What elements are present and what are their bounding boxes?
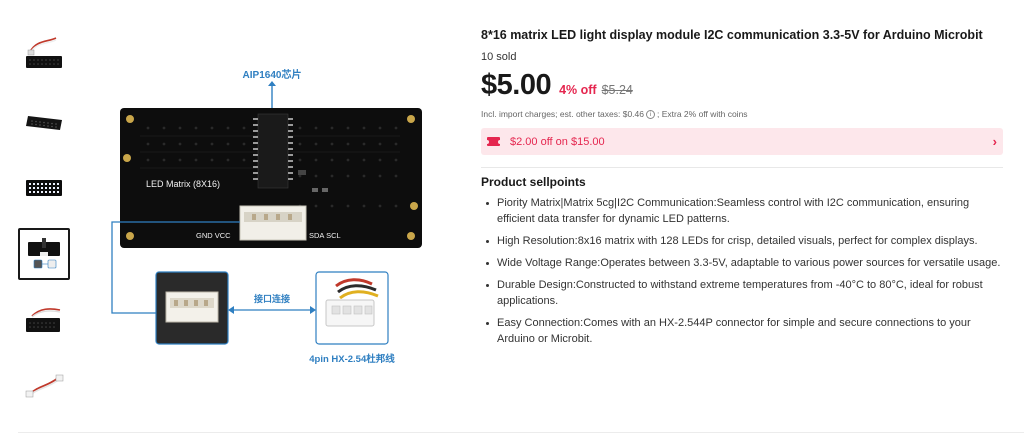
info-icon[interactable]: i bbox=[646, 109, 655, 119]
divider bbox=[481, 167, 1003, 168]
current-price: $5.00 bbox=[481, 69, 552, 101]
coupon-text: $2.00 off on $15.00 bbox=[510, 135, 605, 148]
module-side-view-thumbnail bbox=[26, 116, 62, 130]
thumbnail-5[interactable] bbox=[18, 294, 70, 346]
module-with-cable-thumbnail bbox=[26, 308, 61, 332]
list-item: High Resolution:8x16 matrix with 128 LED… bbox=[481, 233, 1003, 249]
tax-info: Incl. import charges; est. other taxes: … bbox=[481, 109, 1003, 119]
cable-thumbnail bbox=[25, 374, 64, 398]
sold-count: 10 sold bbox=[481, 51, 517, 63]
price-row: $5.00 4% off $5.24 bbox=[481, 69, 1003, 103]
led-lit-module-thumbnail bbox=[26, 180, 62, 196]
chip-label: AIP1640芯片 bbox=[243, 68, 302, 81]
thumbnail-1[interactable] bbox=[18, 28, 70, 80]
module-with-cable-thumbnail bbox=[26, 37, 62, 68]
board-connector bbox=[239, 205, 307, 241]
discount-badge: 4% off bbox=[559, 83, 597, 97]
connector-label: 4pin HX-2.54杜邦线 bbox=[309, 353, 395, 365]
list-item: Easy Connection:Comes with an HX-2.544P … bbox=[481, 315, 1003, 347]
sellpoints-heading: Product sellpoints bbox=[481, 175, 586, 189]
thumbnail-4[interactable] bbox=[18, 228, 70, 280]
connect-label: 接口连接 bbox=[254, 293, 290, 304]
main-product-image: AIP1640芯片 LED Matrix (8X16) GND VCC SDA … bbox=[111, 68, 422, 365]
sellpoints-list: Piority Matrix|Matrix 5cg|I2C Communicat… bbox=[481, 195, 1003, 347]
coupon-banner[interactable]: $2.00 off on $15.00 › bbox=[481, 128, 1003, 155]
coupon-icon bbox=[485, 137, 502, 146]
list-item: Piority Matrix|Matrix 5cg|I2C Communicat… bbox=[481, 195, 1003, 227]
diagram-thumbnail bbox=[28, 238, 60, 269]
thumbnail-6[interactable] bbox=[18, 360, 70, 412]
divider bbox=[18, 432, 1024, 433]
aip1640-chip bbox=[257, 113, 289, 189]
original-price: $5.24 bbox=[601, 83, 633, 97]
product-title: 8*16 matrix LED light display module I2C… bbox=[481, 28, 983, 42]
coins-text: ; Extra 2% off with coins bbox=[657, 109, 748, 119]
tax-text: Incl. import charges; est. other taxes: … bbox=[481, 109, 644, 119]
thumbnail-3[interactable] bbox=[18, 162, 70, 214]
pin-labels-right: SDA SCL bbox=[309, 231, 341, 240]
pin-labels-left: GND VCC bbox=[196, 231, 231, 240]
list-item: Durable Design:Constructed to withstand … bbox=[481, 277, 1003, 309]
chevron-right-icon: › bbox=[992, 134, 997, 149]
list-item: Wide Voltage Range:Operates between 3.3-… bbox=[481, 255, 1003, 271]
product-info-panel: 8*16 matrix LED light display module I2C… bbox=[481, 26, 1003, 353]
board-label: LED Matrix (8X16) bbox=[146, 179, 220, 189]
thumbnail-2[interactable] bbox=[18, 96, 70, 148]
